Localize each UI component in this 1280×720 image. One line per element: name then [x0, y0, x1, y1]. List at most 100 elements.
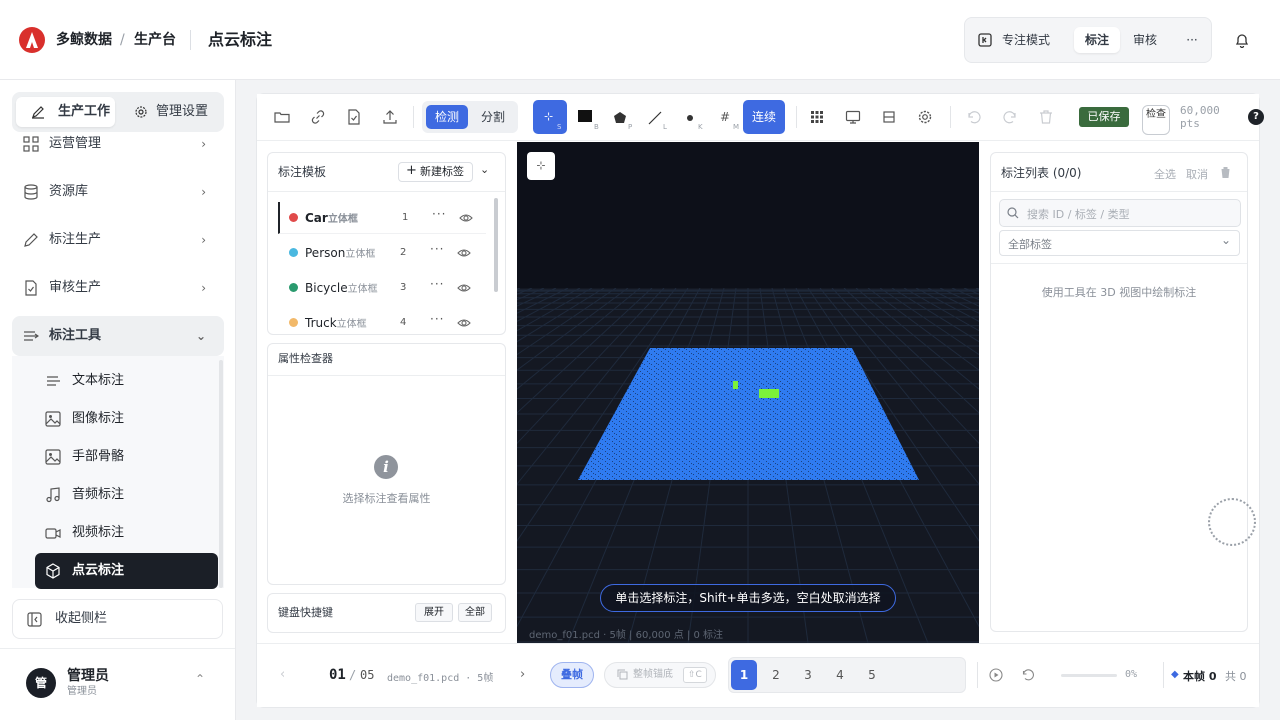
- tab-annotate[interactable]: 标注: [1074, 27, 1120, 53]
- frame-button[interactable]: 2: [763, 662, 789, 688]
- more-icon[interactable]: ···: [432, 207, 446, 221]
- grid-icon: [23, 136, 39, 152]
- label-list-scrollbar[interactable]: [494, 198, 498, 292]
- current-frame: 01: [329, 667, 346, 683]
- polygon-icon[interactable]: [613, 111, 627, 124]
- label-row[interactable]: Car立体框 1 ···: [278, 202, 486, 234]
- eye-icon[interactable]: [457, 246, 471, 260]
- monitor-icon[interactable]: [845, 109, 861, 125]
- shortcuts-expand-button[interactable]: 展开: [415, 603, 453, 622]
- sidebar-subitem-point-cloud[interactable]: 点云标注: [35, 553, 218, 589]
- sidebar-item-annotation-tools[interactable]: 标注工具 ⌄: [12, 316, 224, 356]
- play-icon[interactable]: [989, 668, 1003, 682]
- split-view-icon[interactable]: [881, 109, 897, 125]
- tool-shortcut: L: [663, 123, 667, 131]
- check-doc-icon: [25, 280, 37, 296]
- tool-icon: [24, 331, 39, 341]
- box-icon[interactable]: [578, 110, 592, 122]
- collapse-sidebar-button[interactable]: 收起侧栏: [12, 599, 223, 639]
- label-color-dot: [289, 283, 298, 292]
- stack-frames-toggle[interactable]: 叠帧: [550, 662, 594, 688]
- viewport-cursor-button[interactable]: ⊹: [527, 152, 555, 180]
- help-icon[interactable]: ?: [1248, 109, 1264, 125]
- reset-icon[interactable]: [1021, 668, 1035, 682]
- label-shortcut: 3: [400, 282, 407, 293]
- sidebar-subitem-audio[interactable]: 音频标注: [35, 478, 218, 512]
- progress-track[interactable]: [1061, 674, 1117, 677]
- more-icon[interactable]: ···: [430, 312, 444, 326]
- label-shortcut: 4: [400, 317, 407, 328]
- frame-button[interactable]: 1: [731, 660, 757, 690]
- frame-button[interactable]: 3: [795, 662, 821, 688]
- gear-icon[interactable]: [917, 109, 933, 125]
- redo-icon[interactable]: [1002, 109, 1018, 125]
- viewport-sky: [517, 142, 979, 288]
- more-icon[interactable]: ···: [430, 277, 444, 291]
- check-button[interactable]: 检查: [1142, 105, 1170, 135]
- label-shortcut: 2: [400, 247, 407, 258]
- mode-detect-button[interactable]: 检测: [426, 105, 469, 129]
- line-icon[interactable]: [648, 111, 662, 125]
- tab-review[interactable]: 审核: [1124, 27, 1166, 53]
- more-menu-button[interactable]: ···: [1180, 27, 1204, 53]
- breadcrumb-separator: /: [120, 32, 125, 48]
- text-icon: [47, 376, 60, 386]
- chevron-up-icon[interactable]: ⌃: [195, 672, 205, 686]
- label-filter-select[interactable]: 全部标签 ⌄: [999, 230, 1240, 256]
- prev-frame-icon[interactable]: ‹: [280, 667, 285, 682]
- eye-icon[interactable]: [459, 211, 473, 225]
- sidebar-item-review-production[interactable]: 审核生产 ›: [12, 268, 224, 308]
- eye-icon[interactable]: [457, 316, 471, 330]
- frame-button[interactable]: 5: [859, 662, 885, 688]
- avatar[interactable]: 管: [26, 668, 56, 698]
- brand-logo-icon[interactable]: [18, 26, 46, 54]
- anchor-label: 整帧锚底: [633, 669, 673, 680]
- new-label-button[interactable]: + 新建标签: [398, 162, 473, 182]
- focus-mode-button[interactable]: 专注模式: [998, 27, 1054, 53]
- breadcrumb-section[interactable]: 生产台: [134, 30, 176, 50]
- sidebar-subitem-label: 图像标注: [72, 411, 125, 426]
- sidebar-subitem-text[interactable]: 文本标注: [35, 364, 218, 398]
- label-name: Car立体框: [305, 211, 358, 225]
- bell-icon[interactable]: [1234, 32, 1250, 48]
- label-row[interactable]: Person立体框 2 ···: [278, 237, 486, 269]
- annotation-search-input[interactable]: 搜索 ID / 标签 / 类型: [999, 199, 1241, 227]
- breadcrumb-brand[interactable]: 多鲸数据: [56, 30, 112, 50]
- folder-icon[interactable]: [274, 109, 290, 125]
- sidebar-item-annotation-production[interactable]: 标注生产 ›: [12, 220, 224, 260]
- label-row[interactable]: Bicycle立体框 3 ···: [278, 272, 486, 304]
- next-frame-icon[interactable]: ›: [520, 667, 525, 682]
- more-icon[interactable]: ···: [430, 242, 444, 256]
- measure-icon[interactable]: #: [720, 110, 730, 124]
- sidebar-item-resources[interactable]: 资源库 ›: [12, 172, 224, 212]
- tab-settings[interactable]: 管理设置: [122, 97, 222, 127]
- sidebar-subitem-hand-skeleton[interactable]: 手部骨骼: [35, 440, 218, 474]
- sidebar-subitem-video[interactable]: 视频标注: [35, 516, 218, 550]
- chevron-down-icon[interactable]: ⌄: [480, 163, 489, 176]
- delete-icon[interactable]: [1219, 166, 1232, 179]
- cancel-button[interactable]: 取消: [1186, 166, 1208, 182]
- delete-icon[interactable]: [1038, 109, 1054, 125]
- tab-production[interactable]: 生产工作: [16, 97, 115, 127]
- sidebar-scrollbar[interactable]: [219, 360, 223, 588]
- import-file-icon[interactable]: [346, 109, 362, 125]
- undo-icon[interactable]: [966, 109, 982, 125]
- link-icon[interactable]: [310, 109, 326, 125]
- toolbar-divider: [413, 106, 414, 128]
- pen-icon: [32, 106, 44, 119]
- sidebar-item-operations[interactable]: 运营管理 ›: [12, 124, 224, 164]
- label-row[interactable]: Truck立体框 4 ···: [278, 307, 486, 331]
- shortcuts-all-button[interactable]: 全部: [458, 603, 492, 622]
- sidebar-subitem-image[interactable]: 图像标注: [35, 402, 218, 436]
- label-filter-value: 全部标签: [1008, 238, 1052, 251]
- anchor-frame-toggle[interactable]: 整帧锚底 ⇧C: [604, 662, 716, 688]
- continuous-mode-button[interactable]: 连续: [743, 100, 785, 134]
- upload-icon[interactable]: [382, 109, 398, 125]
- mode-segment-button[interactable]: 分割: [472, 105, 514, 129]
- tab-production-label: 生产工作: [58, 104, 111, 119]
- grid-icon[interactable]: [809, 109, 825, 125]
- select-all-button[interactable]: 全选: [1154, 166, 1176, 182]
- eye-icon[interactable]: [457, 281, 471, 295]
- point-icon[interactable]: [687, 115, 693, 121]
- frame-button[interactable]: 4: [827, 662, 853, 688]
